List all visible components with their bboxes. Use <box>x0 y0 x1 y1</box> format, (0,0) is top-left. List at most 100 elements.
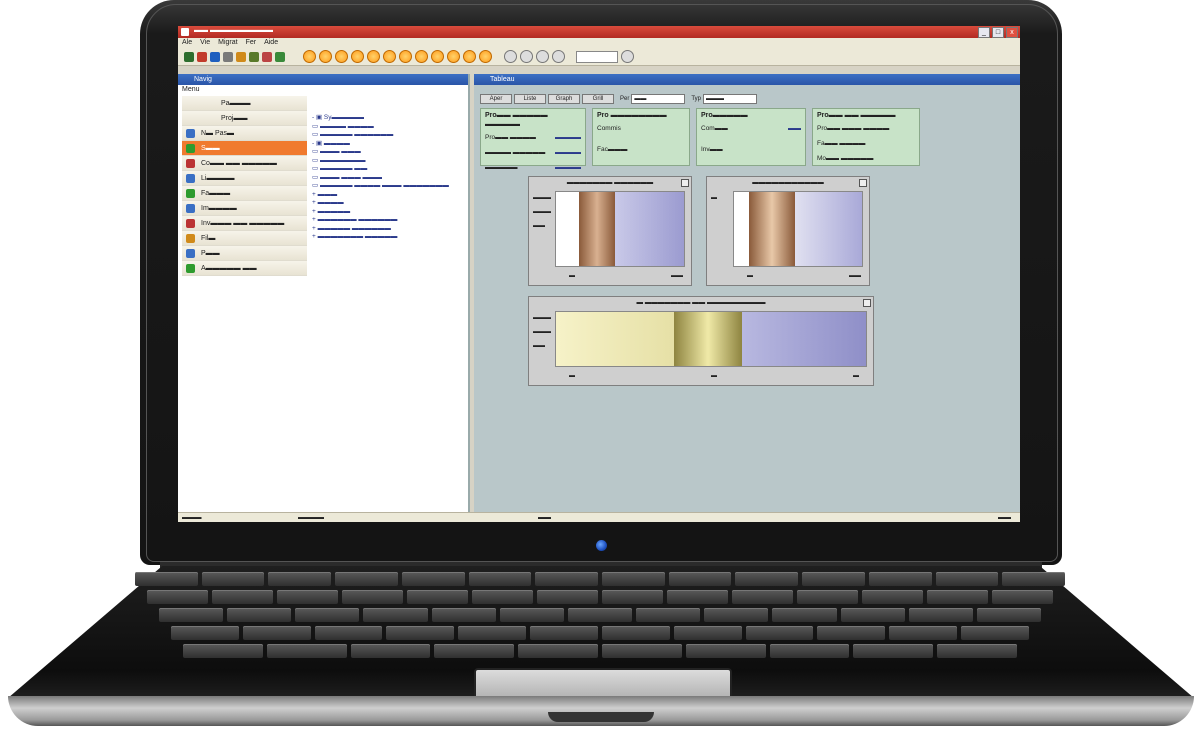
nav-item[interactable]: Proj▬▬ <box>182 111 307 126</box>
menu-item[interactable]: Aide <box>264 38 278 48</box>
toolbar-gray-button[interactable] <box>552 50 565 63</box>
toolbar-round-button[interactable] <box>463 50 476 63</box>
toolbar-gray-button[interactable] <box>520 50 533 63</box>
y-tick-label: ▬ <box>711 195 717 201</box>
tree-node[interactable]: + ▬▬▬ <box>312 191 462 200</box>
toolbar-round-button[interactable] <box>431 50 444 63</box>
webcam-icon <box>596 540 607 551</box>
nav-item[interactable]: Co▬▬ ▬▬ ▬▬▬▬▬ <box>182 156 307 171</box>
tree-node[interactable]: ▭ ▬▬▬▬▬ ▬▬▬▬▬▬ <box>312 131 462 140</box>
minimize-button[interactable]: _ <box>978 27 990 38</box>
toolbar-round-button[interactable] <box>383 50 396 63</box>
tree-node[interactable]: ▭ ▬▬▬▬▬▬▬ <box>312 157 462 166</box>
chart-panel[interactable]: ▬▬▬▬▬▬▬▬▬▬▬ ▬ ▬ ▬▬ <box>706 176 870 286</box>
tree-node[interactable]: ▭ ▬▬▬▬ ▬▬▬▬ <box>312 123 462 132</box>
type-select[interactable]: ▬▬▬ <box>703 94 758 104</box>
chart-panel[interactable]: ▬ ▬▬▬▬▬▬▬ ▬▬ ▬▬▬▬▬▬▬▬▬ ▬▬▬ ▬▬▬ ▬▬ ▬ ▬ ▬ <box>528 296 874 386</box>
nav-item[interactable]: Fil▬ <box>182 231 307 246</box>
search-icon[interactable] <box>621 50 634 63</box>
tree-node[interactable]: - ▣ ▬▬▬▬ <box>312 140 462 149</box>
key <box>401 572 465 586</box>
nav-item[interactable]: S▬▬ <box>182 141 307 156</box>
key <box>386 626 455 640</box>
tree-node[interactable]: ▭ ▬▬▬▬▬ ▬▬▬▬ ▬▬▬ ▬▬▬▬▬▬▬ <box>312 182 462 191</box>
chart-panel[interactable]: ▬▬▬▬▬▬▬ ▬▬▬▬▬▬ ▬▬▬ ▬▬▬ ▬▬ ▬ ▬▬ <box>528 176 692 286</box>
card-label: ▬▬▬▬ ▬▬▬▬▬ <box>485 149 546 156</box>
tree-node[interactable]: + ▬▬▬▬▬▬▬ ▬▬▬▬▬ <box>312 233 462 242</box>
x-tick-label: ▬▬ <box>671 273 683 279</box>
nav-item[interactable]: N▬ Pas▬ <box>182 126 307 141</box>
toolbar-icon[interactable] <box>275 51 285 62</box>
nav-item[interactable]: Pa▬▬▬ <box>182 96 307 111</box>
toolbar-round-button[interactable] <box>351 50 364 63</box>
tab-graph[interactable]: Graph <box>548 94 580 104</box>
summary-card[interactable]: Pro▬▬▬▬▬ Com▬▬ ▬▬ Inv▬▬ <box>696 108 806 166</box>
menu-item[interactable]: Vie <box>200 38 210 48</box>
maximize-button[interactable]: □ <box>992 27 1004 38</box>
toolbar-icon[interactable] <box>210 51 220 62</box>
key <box>961 626 1029 640</box>
key <box>817 626 886 640</box>
chart-bar <box>579 192 615 266</box>
card-label: Fa▬▬ ▬▬▬▬ <box>817 140 866 147</box>
tree-node[interactable]: + ▬▬▬▬▬ <box>312 208 462 217</box>
toolbar-round-button[interactable] <box>447 50 460 63</box>
toolbar-gray-button[interactable] <box>536 50 549 63</box>
close-button[interactable]: x <box>1006 27 1018 38</box>
period-select[interactable]: ▬▬ <box>631 94 686 104</box>
menu-item[interactable]: Fer <box>246 38 257 48</box>
toolbar-round-button[interactable] <box>415 50 428 63</box>
key <box>518 644 598 658</box>
nav-item[interactable]: Im▬▬▬▬ <box>182 201 307 216</box>
toolbar-icon[interactable] <box>197 51 207 62</box>
summary-card[interactable]: Pro ▬▬▬▬▬▬▬▬ Commis Fac▬▬▬ <box>592 108 690 166</box>
tree-node[interactable]: + ▬▬▬▬▬ ▬▬▬▬▬▬ <box>312 225 462 234</box>
laptop-notch <box>548 712 654 722</box>
nav-item[interactable]: Fa▬▬▬ <box>182 186 307 201</box>
toolbar-icon[interactable] <box>223 51 233 62</box>
nav-item[interactable]: Li▬▬▬▬ <box>182 171 307 186</box>
toolbar-icon[interactable] <box>236 51 246 62</box>
tree-node[interactable]: + ▬▬▬▬ <box>312 199 462 208</box>
toolbar-round-button[interactable] <box>335 50 348 63</box>
menu-item[interactable]: Ale <box>182 38 192 48</box>
key <box>227 608 292 622</box>
search-input[interactable] <box>576 50 618 63</box>
toolbar-gray-button[interactable] <box>504 50 517 63</box>
close-icon[interactable] <box>681 179 689 187</box>
nav-item[interactable]: A▬▬▬▬▬ ▬▬ <box>182 261 307 276</box>
summary-card[interactable]: Pro▬▬ ▬▬ ▬▬▬▬▬ Pro▬▬ ▬▬▬ ▬▬▬▬ Fa▬▬ ▬▬▬▬ Mo▬… <box>812 108 920 166</box>
nav-item-label: Im▬▬▬▬ <box>201 204 237 212</box>
toolbar-round-button[interactable] <box>367 50 380 63</box>
toolbar-icon[interactable] <box>262 51 272 62</box>
tab-aper[interactable]: Aper <box>480 94 512 104</box>
nav-item[interactable]: Inv▬▬▬ ▬▬ ▬▬▬▬▬ <box>182 216 307 231</box>
menu-item[interactable]: Migrat <box>218 38 237 48</box>
tab-grill[interactable]: Grill <box>582 94 614 104</box>
card-label: ▬▬▬▬▬ <box>485 164 518 171</box>
tree-node[interactable]: + ▬▬▬▬▬▬ ▬▬▬▬▬▬ <box>312 216 462 225</box>
chart-plot <box>733 191 863 267</box>
nav-item[interactable]: P▬▬ <box>182 246 307 261</box>
tree-node[interactable]: ▭ ▬▬▬ ▬▬▬ <box>312 148 462 157</box>
key <box>434 644 515 658</box>
tree-node[interactable]: ▭ ▬▬▬▬▬ ▬▬ <box>312 165 462 174</box>
nav-item-label: Co▬▬ ▬▬ ▬▬▬▬▬ <box>201 159 277 167</box>
toolbar-icon[interactable] <box>249 51 259 62</box>
card-title: Pro ▬▬▬▬▬▬▬▬ <box>597 112 667 119</box>
key <box>735 572 799 586</box>
close-icon[interactable] <box>859 179 867 187</box>
tab-liste[interactable]: Liste <box>514 94 546 104</box>
toolbar-round-button[interactable] <box>303 50 316 63</box>
key <box>268 572 332 586</box>
tree-node[interactable]: ▭ ▬▬▬ ▬▬▬ ▬▬▬ <box>312 174 462 183</box>
key <box>147 590 208 604</box>
tree-node[interactable]: - ▣ Sy▬▬▬▬▬ <box>312 114 462 123</box>
toolbar-icon[interactable] <box>184 51 194 62</box>
user-icon <box>186 128 195 138</box>
close-icon[interactable] <box>863 299 871 307</box>
toolbar-round-button[interactable] <box>319 50 332 63</box>
toolbar-round-button[interactable] <box>479 50 492 63</box>
toolbar-round-button[interactable] <box>399 50 412 63</box>
summary-card[interactable]: Pro▬▬ ▬▬▬▬▬ ▬▬▬▬▬ Pro▬▬ ▬▬▬▬ ▬▬▬▬ ▬▬▬▬ ▬▬▬▬… <box>480 108 586 171</box>
